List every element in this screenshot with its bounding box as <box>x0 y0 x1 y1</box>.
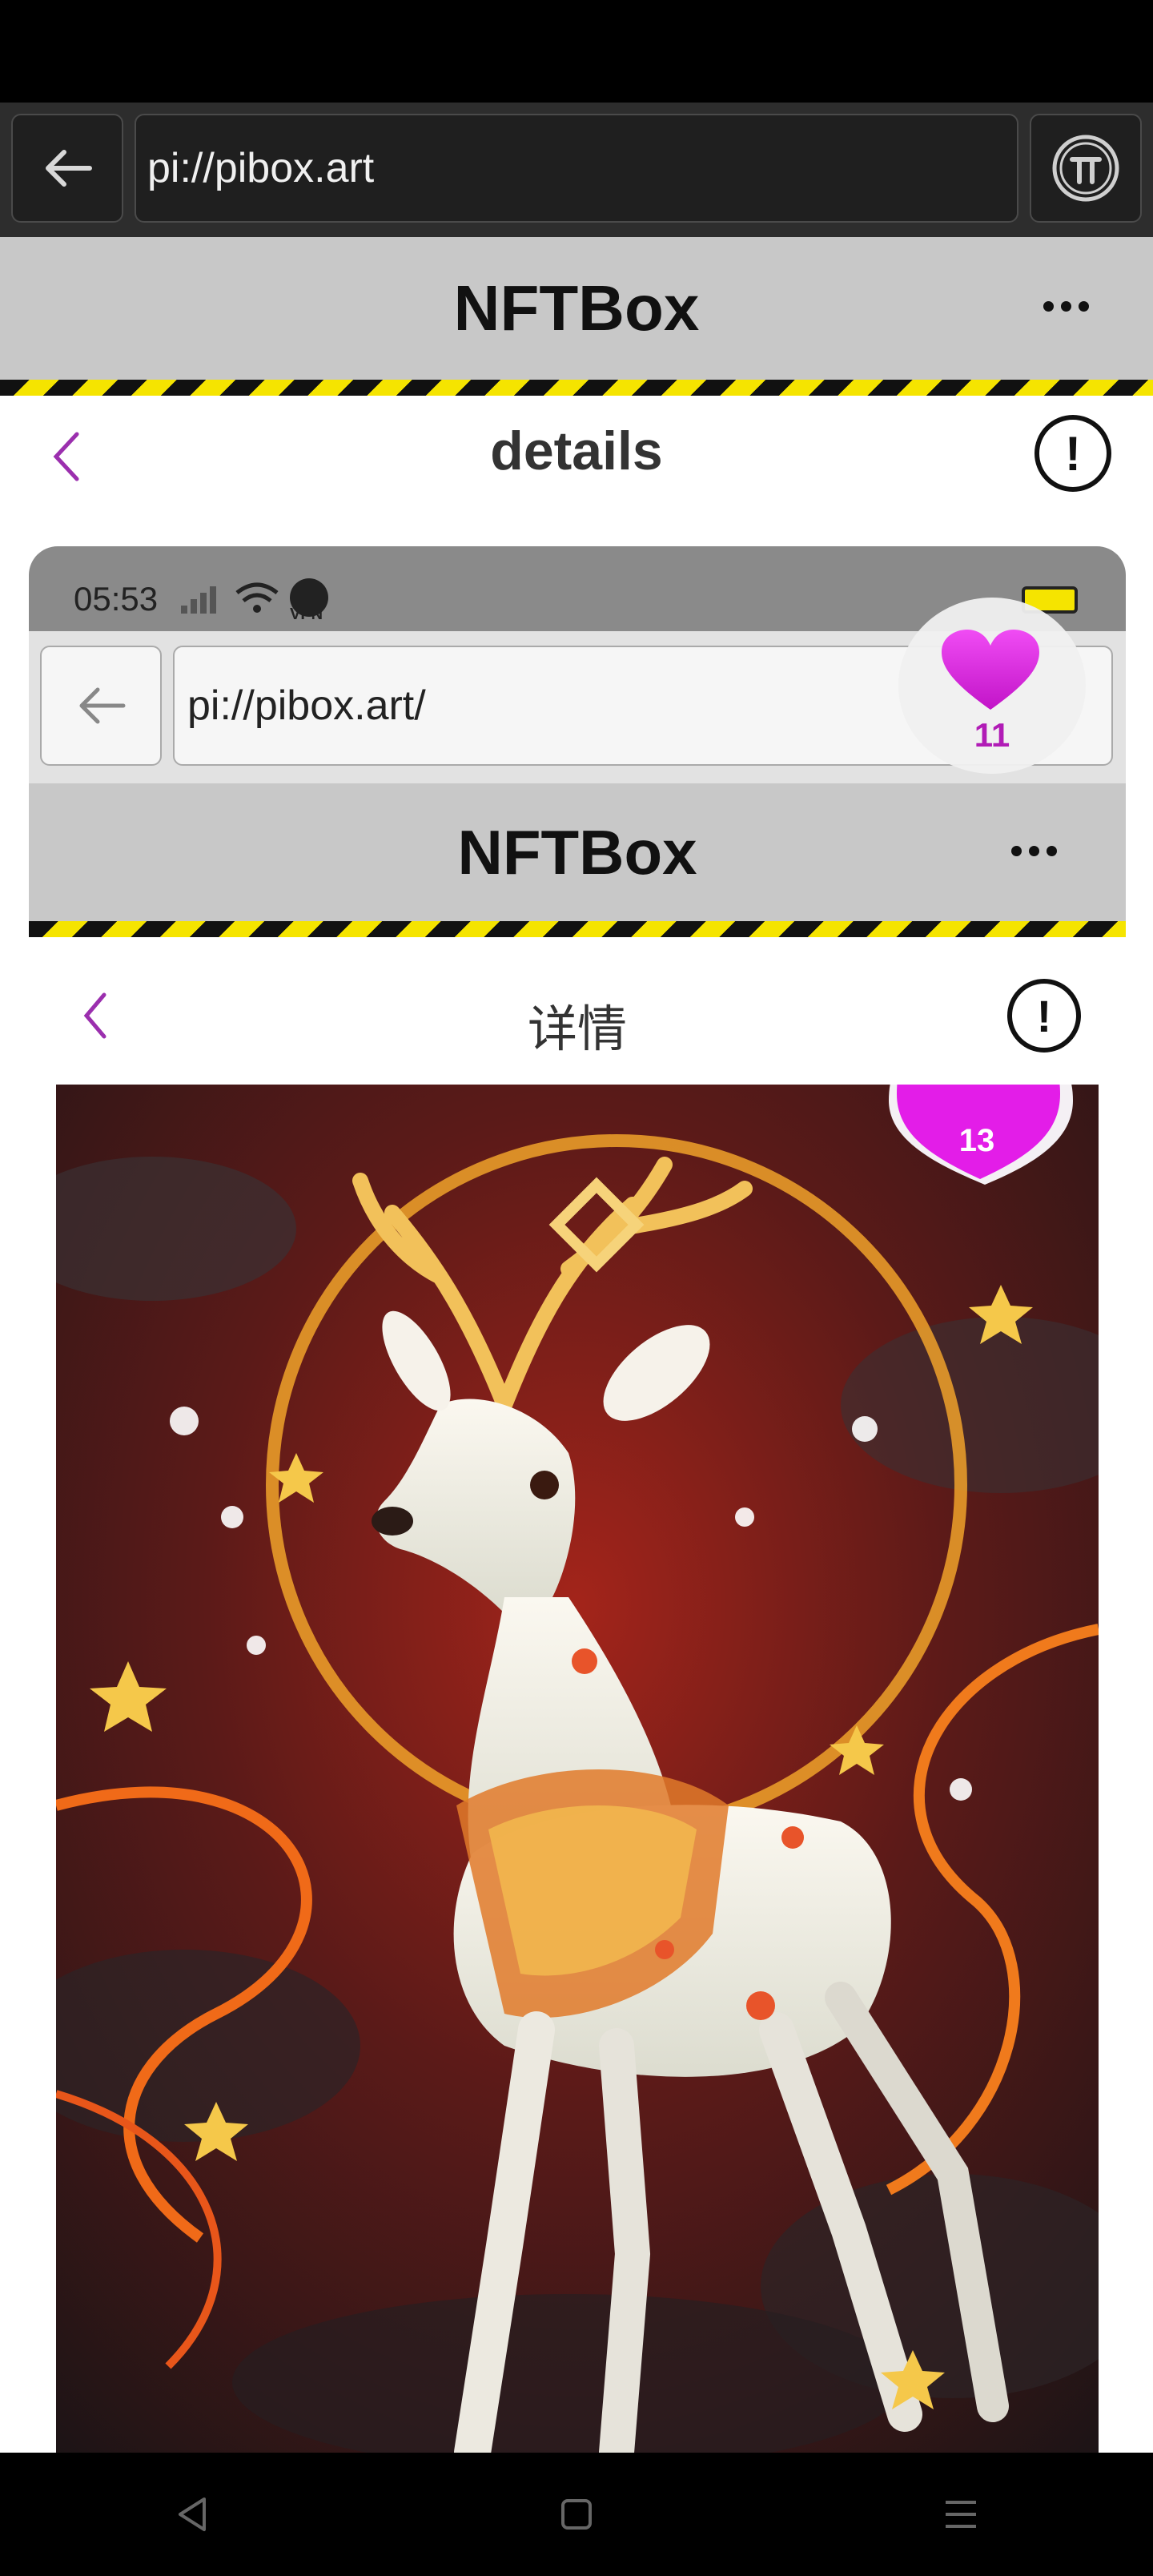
like-count: 11 <box>974 716 1010 754</box>
pi-logo-icon <box>1052 135 1119 202</box>
browser-url-field[interactable]: pi://pibox.art <box>135 114 1018 223</box>
wifi-icon <box>235 582 279 613</box>
art-like-badge[interactable]: 13 <box>881 1085 1073 1189</box>
embedded-app-title: NFTBox <box>457 816 697 888</box>
nav-menu-icon[interactable] <box>941 2494 981 2534</box>
hazard-stripe-divider <box>0 380 1153 396</box>
more-dots-icon <box>1011 846 1057 856</box>
like-badge[interactable]: 11 <box>898 598 1086 774</box>
system-status-bar <box>0 0 1153 103</box>
page-title: details <box>490 421 663 481</box>
app-title: NFTBox <box>453 272 700 344</box>
embedded-hazard-stripe <box>29 921 1126 937</box>
back-arrow-icon <box>46 150 92 187</box>
pi-browser-button[interactable] <box>1030 114 1142 223</box>
embedded-app-header: NFTBox <box>29 783 1126 921</box>
embedded-status-time: 05:53 <box>74 580 159 618</box>
info-icon[interactable]: ! <box>1034 415 1111 492</box>
back-arrow-icon <box>79 687 126 724</box>
system-navigation-bar <box>0 2453 1153 2576</box>
url-text: pi://pibox.art <box>147 145 375 191</box>
signal-icon <box>181 586 216 614</box>
art-like-count: 13 <box>958 1123 995 1158</box>
info-icon: ! <box>1007 979 1081 1053</box>
heart-icon <box>942 630 1039 710</box>
browser-toolbar: pi://pibox.art <box>0 103 1153 237</box>
app-header: NFTBox <box>0 237 1153 380</box>
vpn-label: VPN <box>290 606 323 623</box>
nft-artwork-image[interactable]: 13 <box>56 1085 1099 2453</box>
nav-back-icon[interactable] <box>172 2494 212 2534</box>
embedded-back-button <box>40 646 162 766</box>
embedded-url-text: pi://pibox.art/ <box>187 682 426 729</box>
embedded-page-title: 详情 <box>527 1000 627 1058</box>
more-dots-icon[interactable] <box>1043 301 1089 312</box>
browser-back-button[interactable] <box>11 114 123 223</box>
nav-home-icon[interactable] <box>556 2494 597 2534</box>
